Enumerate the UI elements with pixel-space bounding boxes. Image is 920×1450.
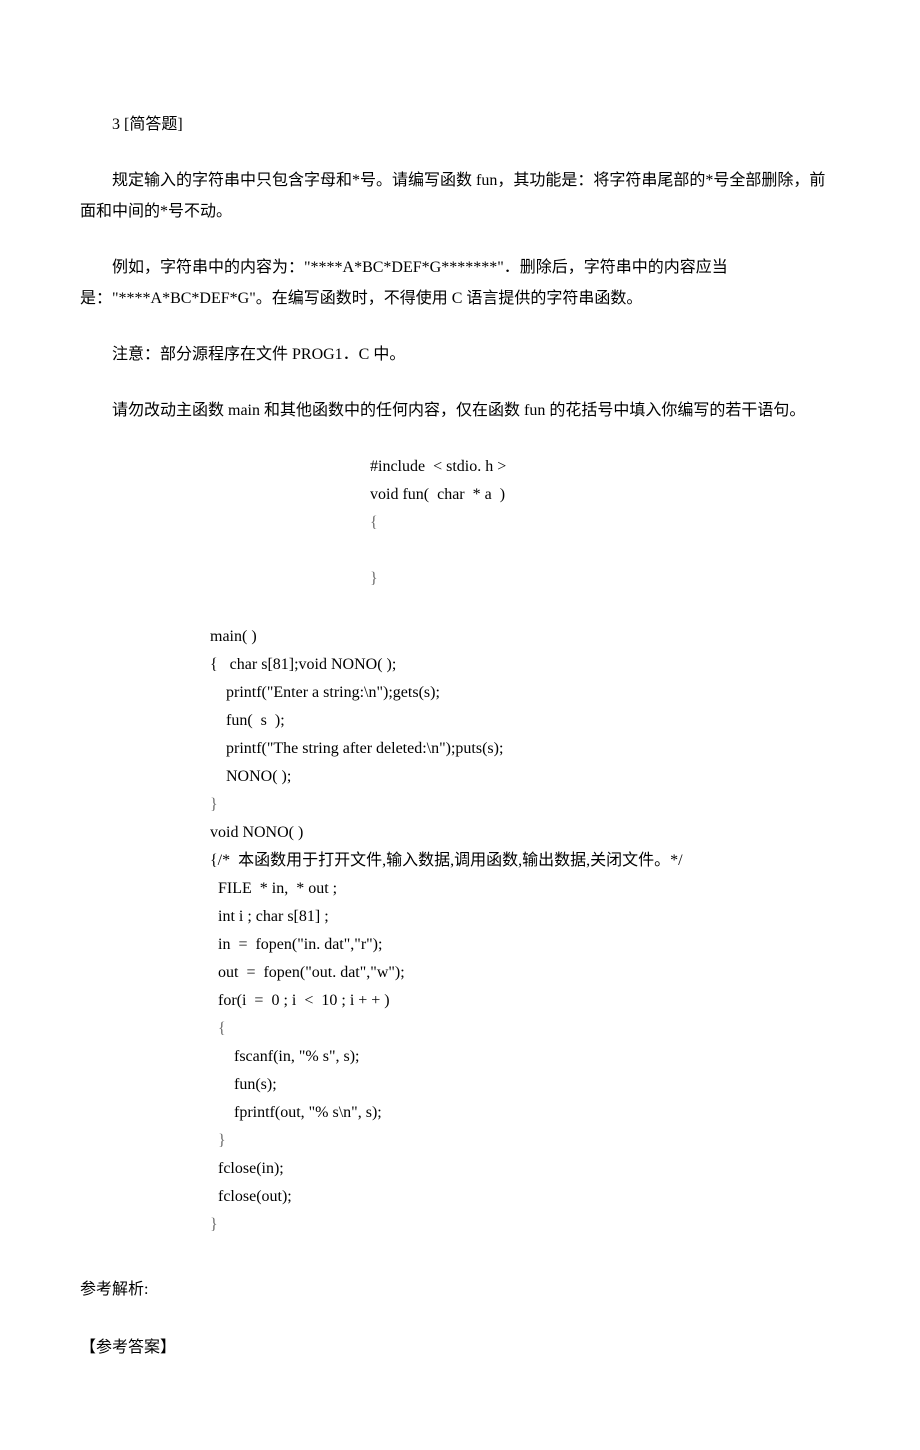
code-line: fscanf(in, "% s", s); <box>210 1043 840 1071</box>
code-line: for(i = 0 ; i < 10 ; i + + ) <box>210 987 840 1015</box>
code-line: fun(s); <box>210 1071 840 1099</box>
code-line: out = fopen("out. dat","w"); <box>210 959 840 987</box>
code-line: } <box>210 791 840 819</box>
code-line: fclose(out); <box>210 1183 840 1211</box>
code-line: printf("The string after deleted:\n");pu… <box>210 735 840 763</box>
code-line: in = fopen("in. dat","r"); <box>210 931 840 959</box>
code-line: { <box>210 1015 840 1043</box>
code-line: } <box>210 1127 840 1155</box>
code-line: fun( s ); <box>210 707 840 735</box>
code-line: FILE * in, * out ; <box>210 875 840 903</box>
code-line: main( ) <box>210 623 840 651</box>
code-line: printf("Enter a string:\n");gets(s); <box>210 679 840 707</box>
question-p4-text: 请勿改动主函数 main 和其他函数中的任何内容，仅在函数 fun 的花括号中填… <box>80 396 805 426</box>
code-line: } <box>370 565 840 593</box>
code-line: fclose(in); <box>210 1155 840 1183</box>
code-line: { char s[81];void NONO( ); <box>210 651 840 679</box>
code-line: } <box>210 1211 840 1239</box>
code-line: NONO( ); <box>210 763 840 791</box>
code-line: #include < stdio. h > <box>370 453 840 481</box>
code-line: fprintf(out, "% s\n", s); <box>210 1099 840 1127</box>
analysis-label: 参考解析: <box>80 1275 840 1305</box>
question-para-4: 请勿改动主函数 main 和其他函数中的任何内容，仅在函数 fun 的花括号中填… <box>80 396 840 426</box>
code-line-blank <box>370 537 840 565</box>
code-line: void fun( char * a ) <box>370 481 840 509</box>
code-fun-stub: #include < stdio. h > void fun( char * a… <box>80 453 840 593</box>
question-number: 3 [简答题] <box>80 110 840 140</box>
code-line: void NONO( ) <box>210 819 840 847</box>
question-para-3: 注意：部分源程序在文件 PROG1．C 中。 <box>80 340 840 370</box>
question-p1-text: 规定输入的字符串中只包含字母和*号。请编写函数 fun，其功能是：将字符串尾部的… <box>80 166 840 227</box>
question-para-2: 例如，字符串中的内容为："****A*BC*DEF*G*******"．删除后，… <box>80 253 840 314</box>
code-line: { <box>370 509 840 537</box>
code-line: {/* 本函数用于打开文件,输入数据,调用函数,输出数据,关闭文件。*/ <box>210 847 840 875</box>
question-para-1: 规定输入的字符串中只包含字母和*号。请编写函数 fun，其功能是：将字符串尾部的… <box>80 166 840 227</box>
code-line: int i ; char s[81] ; <box>210 903 840 931</box>
code-main-nono: main( ) { char s[81];void NONO( ); print… <box>80 623 840 1239</box>
question-p2-text: 例如，字符串中的内容为："****A*BC*DEF*G*******"．删除后，… <box>48 253 840 314</box>
reference-answer-label: 【参考答案】 <box>80 1333 840 1363</box>
